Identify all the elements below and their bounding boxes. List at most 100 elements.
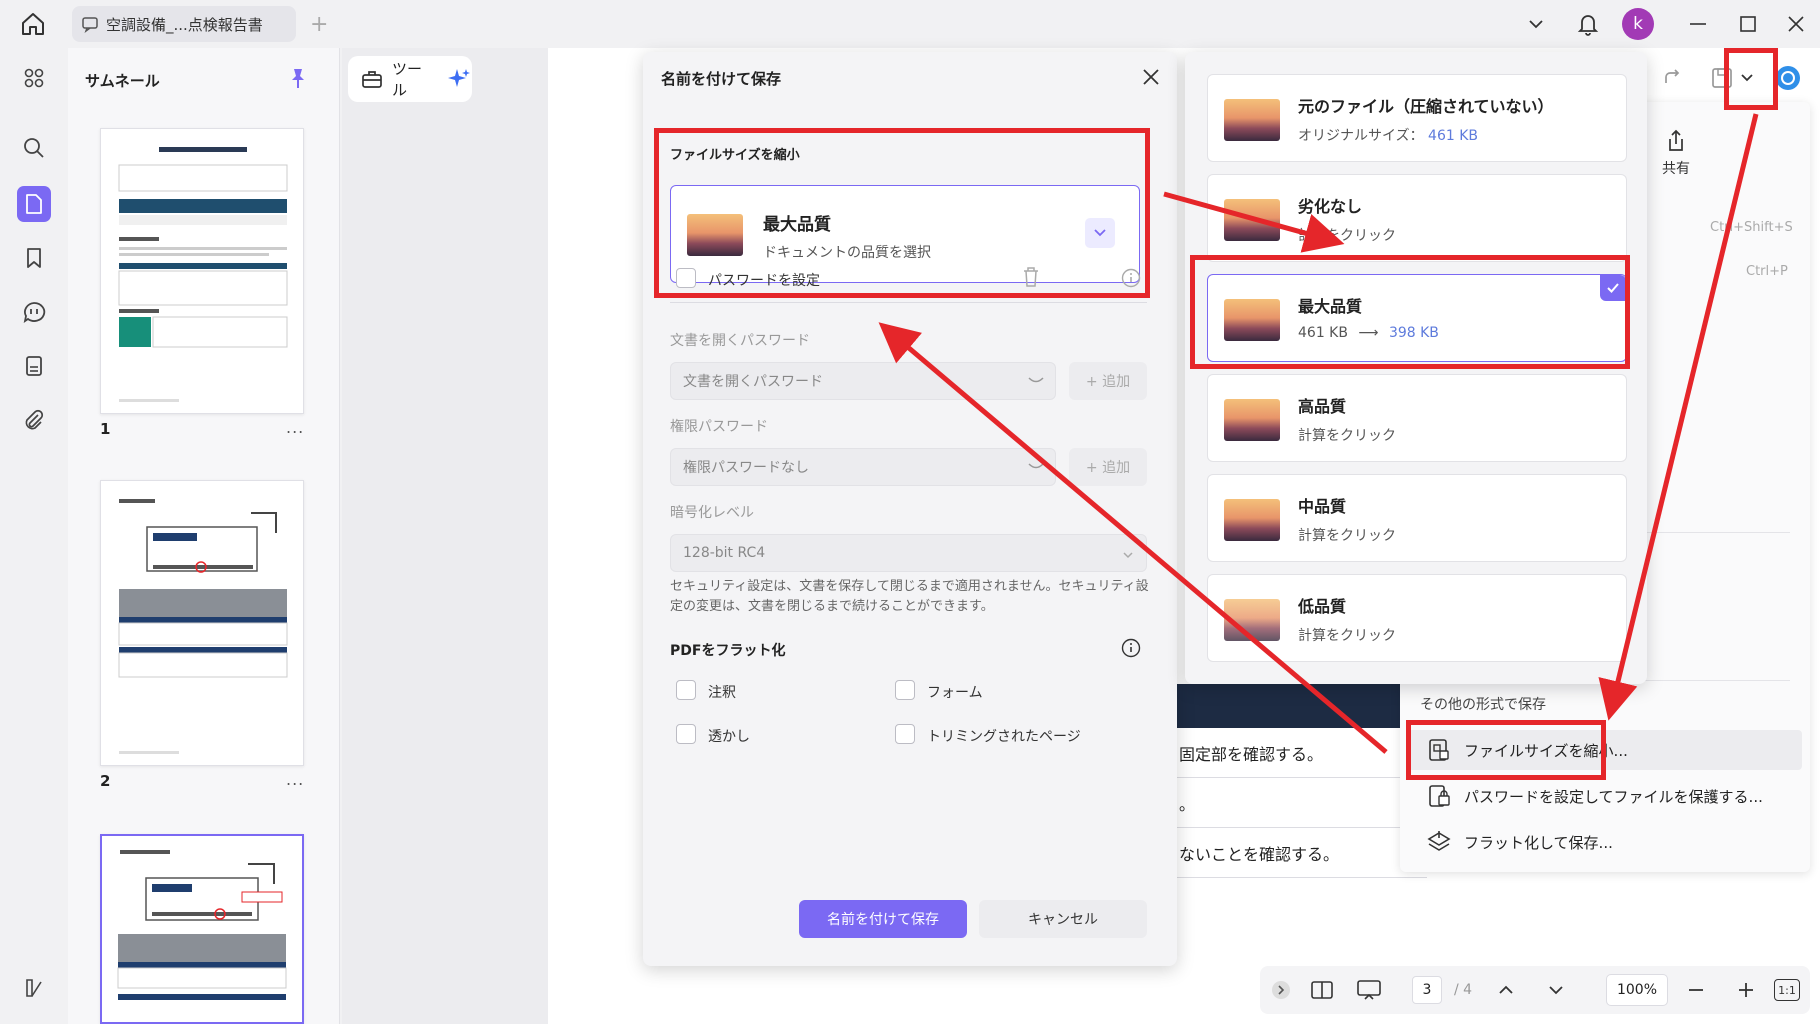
- zoom-level[interactable]: 100%: [1606, 974, 1668, 1006]
- share-button[interactable]: 共有: [1656, 128, 1696, 178]
- home-icon[interactable]: [18, 10, 48, 38]
- next-page-icon[interactable]: [1544, 976, 1568, 1004]
- add-permission-password-button[interactable]: + 追加: [1069, 448, 1147, 486]
- quality-option-subtitle: 計算をクリック: [1298, 528, 1396, 544]
- zoom-in-icon[interactable]: [1734, 976, 1758, 1004]
- reduce-file-size-label: ファイルサイズを縮小...: [1464, 741, 1628, 760]
- trash-icon[interactable]: [1021, 266, 1041, 287]
- encryption-level-select[interactable]: 128-bit RC4: [670, 534, 1147, 572]
- save-icon[interactable]: [1710, 62, 1734, 94]
- title-bar: 空調設備_...点検報告書 + k: [0, 0, 1820, 48]
- reading-mode-icon[interactable]: [1308, 976, 1336, 1004]
- shortcut-save-as: Ctrl+Shift+S: [1710, 220, 1793, 235]
- ai-sparkle-icon[interactable]: [446, 66, 472, 92]
- page-thumbnail-2[interactable]: [100, 480, 304, 766]
- encryption-level-value: 128-bit RC4: [683, 545, 766, 561]
- sidebar-toggle-icon[interactable]: [18, 972, 50, 1004]
- form-checkbox[interactable]: [895, 680, 915, 700]
- original-size-label: オリジナルサイズ：: [1298, 128, 1424, 144]
- save-as-button[interactable]: 名前を付けて保存: [799, 900, 967, 938]
- save-as-dialog: 名前を付けて保存 ファイルサイズを縮小 最大品質 ドキュメントの品質を選択 パス…: [643, 52, 1177, 966]
- open-password-field[interactable]: 文書を開くパスワード: [670, 362, 1056, 400]
- other-formats-heading: その他の形式で保存: [1420, 697, 1546, 713]
- flatten-save-item[interactable]: フラット化して保存...: [1426, 822, 1613, 862]
- annotation-checkbox[interactable]: [676, 680, 696, 700]
- presentation-icon[interactable]: [1354, 976, 1384, 1004]
- page-thumbnail-3[interactable]: [100, 834, 304, 1024]
- redo-icon[interactable]: [1660, 62, 1684, 94]
- tools-label: ツール: [392, 60, 423, 99]
- original-size-value: 461 KB: [1428, 128, 1479, 144]
- pages-icon[interactable]: [17, 186, 51, 222]
- size-after: 398 KB: [1388, 325, 1439, 341]
- info-icon[interactable]: [1121, 268, 1141, 288]
- password-checkbox[interactable]: [676, 268, 696, 288]
- close-icon[interactable]: [1140, 66, 1162, 88]
- watermark-checkbox[interactable]: [676, 724, 696, 744]
- new-tab-icon[interactable]: +: [310, 12, 328, 37]
- eye-hidden-icon[interactable]: [1027, 373, 1045, 391]
- chevron-down-icon: [1122, 547, 1134, 563]
- collapse-arrow-icon[interactable]: [1270, 976, 1292, 1004]
- quality-option-original[interactable]: 元のファイル（圧縮されていない） オリジナルサイズ： 461 KB: [1207, 74, 1627, 162]
- quality-option-low[interactable]: 低品質 計算をクリック: [1207, 574, 1627, 662]
- minimize-icon[interactable]: [1686, 10, 1710, 38]
- bookmark-icon[interactable]: [18, 242, 50, 274]
- left-icon-bar: [0, 48, 68, 1024]
- page-2-more-icon[interactable]: ...: [286, 770, 304, 789]
- previous-page-icon[interactable]: [1494, 976, 1518, 1004]
- form-label: フォーム: [927, 685, 983, 701]
- grid-icon[interactable]: [18, 62, 50, 94]
- pin-icon[interactable]: [286, 66, 310, 90]
- quality-dropdown[interactable]: 最大品質 ドキュメントの品質を選択: [670, 185, 1140, 283]
- protect-file-item[interactable]: パスワードを設定してファイルを保護する...: [1426, 776, 1763, 816]
- chevron-down-icon[interactable]: [1524, 10, 1548, 38]
- page-1-more-icon[interactable]: ...: [286, 418, 304, 437]
- size-before: 461 KB: [1298, 325, 1348, 341]
- ai-assistant-icon[interactable]: [1774, 62, 1802, 94]
- avatar[interactable]: k: [1622, 8, 1654, 40]
- trimmed-pages-label: トリミングされたページ: [927, 729, 1081, 745]
- comments-icon[interactable]: [18, 296, 50, 328]
- quality-option-title: 低品質: [1298, 597, 1347, 616]
- permission-password-heading: 権限パスワード: [670, 419, 768, 435]
- eye-hidden-icon[interactable]: [1027, 459, 1045, 477]
- bell-icon[interactable]: [1574, 10, 1602, 38]
- permission-password-field[interactable]: 権限パスワードなし: [670, 448, 1056, 486]
- search-icon[interactable]: [18, 132, 50, 164]
- quality-option-subtitle: 461 KB ⟶ 398 KB: [1298, 325, 1439, 341]
- compress-icon: [1426, 737, 1452, 763]
- reduce-file-size-item[interactable]: ファイルサイズを縮小...: [1408, 730, 1802, 770]
- add-open-password-button[interactable]: + 追加: [1069, 362, 1147, 400]
- quality-option-lossless[interactable]: 劣化なし 計算をクリック: [1207, 174, 1627, 262]
- current-page-field[interactable]: 3: [1412, 976, 1442, 1004]
- share-label: 共有: [1662, 161, 1690, 177]
- trimmed-pages-checkbox[interactable]: [895, 724, 915, 744]
- close-window-icon[interactable]: [1784, 10, 1808, 38]
- page-thumbnail-1[interactable]: [100, 128, 304, 414]
- document-table-header: [1177, 684, 1407, 728]
- landscape-thumbnail: [1224, 399, 1280, 441]
- toolbox-icon: [360, 67, 384, 91]
- document-tab[interactable]: 空調設備_...点検報告書: [72, 6, 296, 42]
- save-menu-chevron-icon[interactable]: [1740, 62, 1754, 94]
- quality-option-subtitle: 計算をクリック: [1298, 428, 1396, 444]
- attachment-icon[interactable]: [18, 404, 50, 436]
- info-icon[interactable]: [1121, 638, 1141, 658]
- flatten-save-label: フラット化して保存...: [1464, 833, 1613, 852]
- maximize-icon[interactable]: [1736, 10, 1760, 38]
- chevron-down-icon[interactable]: [1085, 218, 1115, 248]
- quality-option-title: 元のファイル（圧縮されていない）: [1298, 97, 1554, 116]
- quality-option-medium[interactable]: 中品質 計算をクリック: [1207, 474, 1627, 562]
- layers-icon[interactable]: [18, 350, 50, 382]
- tools-button[interactable]: ツール: [348, 56, 472, 102]
- cancel-button[interactable]: キャンセル: [979, 900, 1147, 938]
- tool-column: [342, 48, 548, 1024]
- quality-option-high[interactable]: 高品質 計算をクリック: [1207, 374, 1627, 462]
- quality-option-maximum[interactable]: 最大品質 461 KB ⟶ 398 KB: [1207, 274, 1627, 362]
- open-password-heading: 文書を開くパスワード: [670, 333, 810, 349]
- annotation-label: 注釈: [708, 685, 736, 701]
- actual-size-button[interactable]: 1:1: [1774, 979, 1800, 1001]
- page-number-2: 2: [100, 772, 111, 790]
- zoom-out-icon[interactable]: [1684, 976, 1708, 1004]
